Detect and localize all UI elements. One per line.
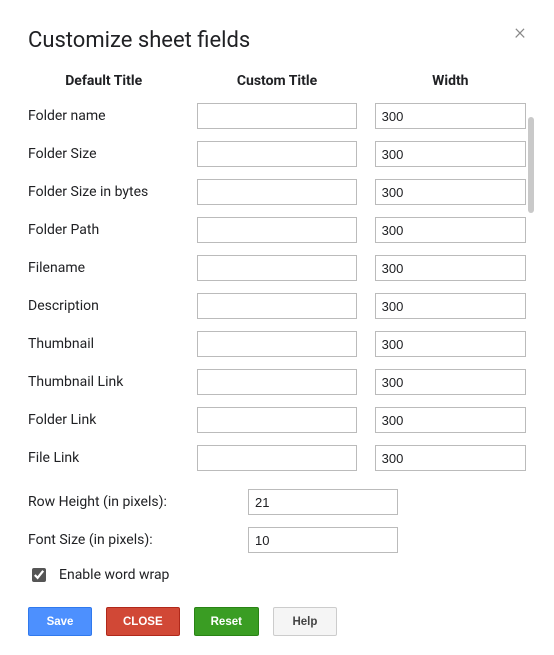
width-input[interactable] (375, 369, 526, 395)
row-height-input[interactable] (248, 489, 398, 515)
default-title-label: Folder Path (28, 222, 179, 238)
row-height-row: Row Height (in pixels): (28, 489, 526, 515)
header-width: Width (375, 73, 526, 89)
custom-title-input[interactable] (197, 255, 356, 281)
table-row: Description (28, 293, 526, 319)
default-title-label: File Link (28, 450, 179, 466)
save-button[interactable]: Save (28, 607, 92, 636)
width-input[interactable] (375, 179, 526, 205)
font-size-input[interactable] (248, 527, 398, 553)
header-default-title: Default Title (28, 73, 179, 89)
default-title-label: Filename (28, 260, 179, 276)
width-input[interactable] (375, 141, 526, 167)
font-size-label: Font Size (in pixels): (28, 532, 238, 548)
table-row: Thumbnail (28, 331, 526, 357)
customize-sheet-fields-dialog: Customize sheet fields × Default Title C… (0, 0, 554, 655)
table-row: Folder Path (28, 217, 526, 243)
default-title-label: Folder name (28, 108, 179, 124)
table-row: Thumbnail Link (28, 369, 526, 395)
table-row: Folder Size in bytes (28, 179, 526, 205)
table-row: File Link (28, 445, 526, 471)
dialog-title: Customize sheet fields (28, 28, 526, 53)
table-row: Folder name (28, 103, 526, 129)
width-input[interactable] (375, 293, 526, 319)
custom-title-input[interactable] (197, 179, 356, 205)
custom-title-input[interactable] (197, 445, 356, 471)
word-wrap-row: Enable word wrap (28, 565, 526, 585)
width-input[interactable] (375, 445, 526, 471)
custom-title-input[interactable] (197, 293, 356, 319)
fields-table: Default Title Custom Title Width Folder … (28, 73, 526, 471)
header-custom-title: Custom Title (197, 73, 356, 89)
custom-title-input[interactable] (197, 369, 356, 395)
default-title-label: Thumbnail (28, 336, 179, 352)
custom-title-input[interactable] (197, 407, 356, 433)
custom-title-input[interactable] (197, 103, 356, 129)
table-row: Folder Link (28, 407, 526, 433)
help-button[interactable]: Help (273, 607, 337, 636)
global-params: Row Height (in pixels): Font Size (in pi… (28, 489, 526, 636)
reset-button[interactable]: Reset (194, 607, 259, 636)
table-row: Folder Size (28, 141, 526, 167)
default-title-label: Description (28, 298, 179, 314)
custom-title-input[interactable] (197, 141, 356, 167)
word-wrap-checkbox[interactable] (32, 568, 46, 582)
custom-title-input[interactable] (197, 331, 356, 357)
custom-title-input[interactable] (197, 217, 356, 243)
width-input[interactable] (375, 217, 526, 243)
close-icon[interactable]: × (510, 24, 530, 44)
button-bar: Save CLOSE Reset Help (28, 607, 526, 636)
word-wrap-label[interactable]: Enable word wrap (59, 567, 169, 583)
width-input[interactable] (375, 331, 526, 357)
font-size-row: Font Size (in pixels): (28, 527, 526, 553)
width-input[interactable] (375, 407, 526, 433)
row-height-label: Row Height (in pixels): (28, 494, 238, 510)
width-input[interactable] (375, 103, 526, 129)
default-title-label: Folder Size in bytes (28, 184, 179, 200)
table-header-row: Default Title Custom Title Width (28, 73, 526, 89)
table-row: Filename (28, 255, 526, 281)
default-title-label: Folder Size (28, 146, 179, 162)
default-title-label: Folder Link (28, 412, 179, 428)
close-button[interactable]: CLOSE (106, 607, 180, 636)
width-input[interactable] (375, 255, 526, 281)
scrollbar-thumb[interactable] (528, 117, 534, 213)
default-title-label: Thumbnail Link (28, 374, 179, 390)
